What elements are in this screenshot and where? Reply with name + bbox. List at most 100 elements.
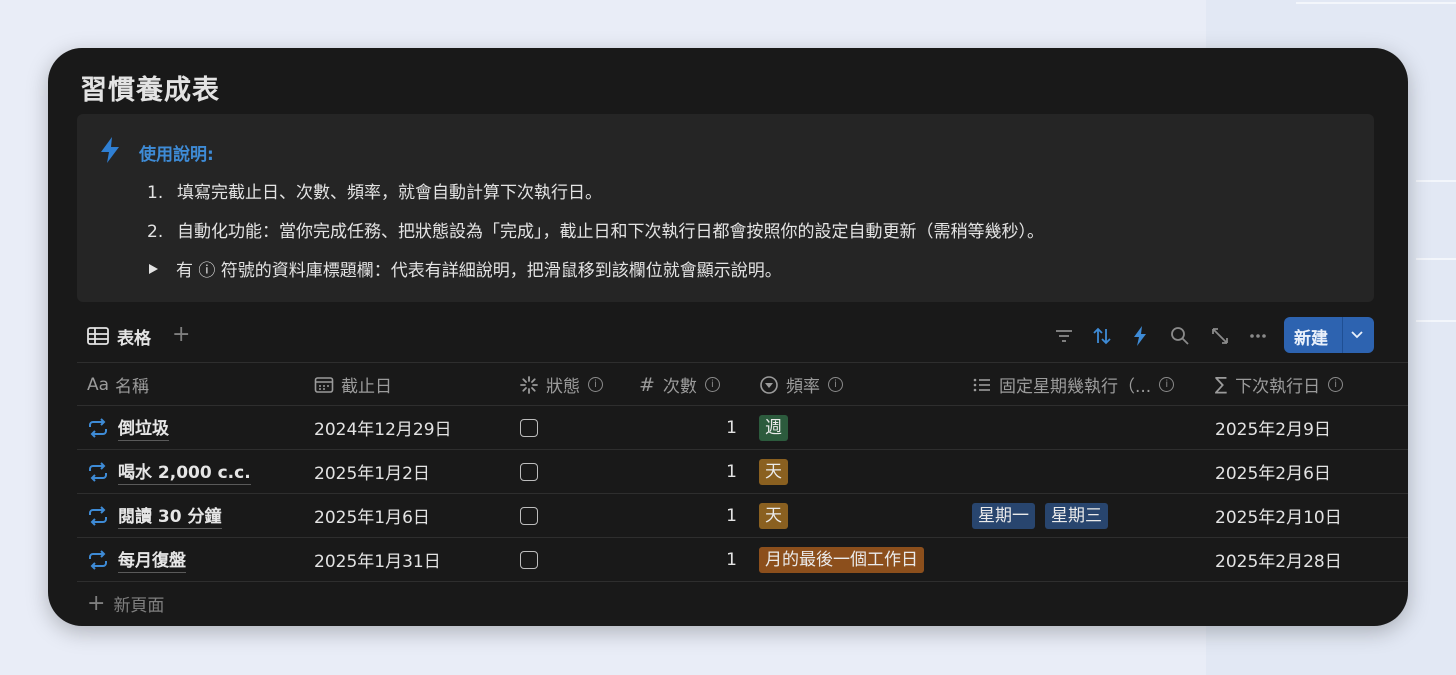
row-name-cell[interactable]: 喝水 2,000 c.c.: [87, 450, 251, 493]
header-label: 名稱: [115, 377, 150, 397]
status-cell[interactable]: [520, 494, 538, 537]
table-icon: [87, 327, 109, 345]
status-cell[interactable]: [520, 538, 538, 581]
row-name-cell[interactable]: 閱讀 30 分鐘: [87, 494, 222, 537]
table-row[interactable]: 每月復盤 2025年1月31日 1 月的最後一個工作日 2025年2月28日: [77, 537, 1408, 581]
plus-icon: +: [87, 591, 106, 616]
next-date-cell: 2025年2月28日: [1215, 552, 1342, 572]
new-button-label: 新建: [1294, 329, 1328, 349]
frequency-cell[interactable]: 月的最後一個工作日: [759, 538, 934, 581]
more-icon[interactable]: [1247, 325, 1269, 347]
button-divider: [1342, 317, 1343, 353]
column-header-status[interactable]: 狀態 i: [519, 363, 603, 406]
count-cell[interactable]: 1: [637, 494, 737, 537]
status-cell[interactable]: [520, 406, 538, 449]
expand-icon[interactable]: [1209, 325, 1231, 347]
count-cell[interactable]: 1: [637, 450, 737, 493]
due-date-cell[interactable]: 2025年1月31日: [314, 538, 441, 581]
status-checkbox[interactable]: [520, 506, 538, 525]
header-label: 固定星期幾執行（...: [999, 377, 1152, 397]
info-icon[interactable]: i: [588, 377, 603, 392]
notion-window: 習慣養成表 使用說明: 1. 填寫完截止日、次數、頻率，就會自動計算下次執行日。 …: [48, 48, 1408, 626]
lightning-icon[interactable]: [1129, 325, 1151, 347]
header-label: 下次執行日: [1235, 377, 1321, 397]
column-header-name[interactable]: Aa 名稱: [87, 363, 149, 406]
info-icon[interactable]: i: [704, 377, 720, 392]
new-page-button[interactable]: + 新頁面: [87, 582, 164, 625]
count-cell[interactable]: 1: [637, 406, 737, 449]
page-title[interactable]: 習慣養成表: [80, 68, 220, 107]
info-icon[interactable]: i: [1159, 377, 1175, 392]
next-date-cell: 2025年2月9日: [1215, 420, 1331, 440]
weekday-tag: 星期一: [972, 502, 1035, 529]
toggle-text: 有 ⓘ 符號的資料庫標題欄：代表有詳細說明，把滑鼠移到該欄位就會顯示說明。: [176, 261, 782, 281]
column-header-count[interactable]: # 次數 i: [639, 363, 720, 406]
add-row-area: + 新頁面: [77, 581, 1408, 626]
repeat-icon: [89, 549, 107, 570]
next-date-cell: 2025年2月6日: [1215, 464, 1331, 484]
table-row[interactable]: 喝水 2,000 c.c. 2025年1月2日 1 天 2025年2月6日: [77, 449, 1408, 493]
frequency-tag: 天: [759, 458, 788, 485]
count-cell[interactable]: 1: [637, 538, 737, 581]
row-name-cell[interactable]: 每月復盤: [87, 538, 186, 581]
sort-icon[interactable]: [1091, 325, 1113, 347]
chevron-down-icon[interactable]: [1350, 328, 1364, 342]
list-number: 1.: [147, 183, 164, 203]
column-header-due[interactable]: 截止日: [314, 363, 392, 406]
column-header-frequency[interactable]: 頻率 i: [759, 363, 843, 406]
frequency-tag: 月的最後一個工作日: [759, 546, 924, 573]
usage-callout: 使用說明: 1. 填寫完截止日、次數、頻率，就會自動計算下次執行日。 2. 自動化功…: [77, 114, 1374, 302]
select-icon: [760, 375, 778, 394]
weekdays-cell[interactable]: 星期一 星期三: [972, 494, 1118, 537]
info-icon[interactable]: i: [828, 377, 843, 392]
status-checkbox[interactable]: [520, 462, 538, 481]
formula-icon: ∑: [1215, 374, 1228, 395]
repeat-icon: [89, 461, 107, 482]
toggle-triangle-icon[interactable]: [149, 264, 158, 274]
table-row[interactable]: 倒垃圾 2024年12月29日 1 週 2025年2月9日: [77, 405, 1408, 449]
column-header-next-date[interactable]: ∑ 下次執行日 i: [1215, 363, 1344, 406]
number-type-icon: #: [639, 373, 655, 396]
info-icon[interactable]: i: [1328, 377, 1344, 392]
text-type-icon: Aa: [87, 374, 110, 395]
column-header-weekdays[interactable]: 固定星期幾執行（... i: [972, 363, 1175, 406]
status-checkbox[interactable]: [520, 550, 538, 569]
plus-icon[interactable]: +: [172, 323, 190, 347]
table-row[interactable]: 閱讀 30 分鐘 2025年1月6日 1 天 星期一 星期三 2025年2月10…: [77, 493, 1408, 537]
tab-table-view[interactable]: 表格: [87, 324, 151, 349]
callout-toggle-item[interactable]: 有 ⓘ 符號的資料庫標題欄：代表有詳細說明，把滑鼠移到該欄位就會顯示說明。: [147, 256, 782, 281]
header-label: 頻率: [786, 377, 820, 397]
due-date-cell[interactable]: 2024年12月29日: [314, 406, 452, 449]
due-date-cell[interactable]: 2025年1月2日: [314, 450, 430, 493]
frequency-cell[interactable]: 週: [759, 406, 798, 449]
new-button[interactable]: 新建: [1284, 317, 1374, 353]
header-label: 次數: [662, 377, 697, 397]
list-text: 自動化功能：當你完成任務、把狀態設為「完成」，截止日和下次執行日都會按照你的設定…: [177, 222, 1044, 242]
frequency-tag: 天: [759, 502, 788, 529]
database-view-bar: 表格 + 新建: [77, 316, 1408, 362]
status-cell[interactable]: [520, 450, 538, 493]
repeat-icon: [89, 505, 107, 526]
weekday-tag: 星期三: [1045, 502, 1108, 529]
due-date-cell[interactable]: 2025年1月6日: [314, 494, 430, 537]
calendar-icon: [314, 376, 334, 393]
row-name: 閱讀 30 分鐘: [118, 502, 222, 529]
status-checkbox[interactable]: [520, 418, 538, 437]
callout-list-item-2: 2. 自動化功能：當你完成任務、把狀態設為「完成」，截止日和下次執行日都會按照你的…: [147, 217, 1044, 242]
new-page-label: 新頁面: [113, 596, 165, 616]
table-header-row: Aa 名稱 截止日 狀態 i # 次數 i 頻率 i 固定星期幾執行（... i…: [77, 362, 1408, 406]
list-number: 2.: [147, 222, 164, 242]
frequency-cell[interactable]: 天: [759, 450, 798, 493]
row-name: 倒垃圾: [118, 414, 169, 441]
row-name-cell[interactable]: 倒垃圾: [87, 406, 169, 449]
search-icon[interactable]: [1169, 325, 1191, 347]
repeat-icon: [89, 417, 107, 438]
callout-title: 使用說明:: [139, 145, 214, 165]
callout-list-item-1: 1. 填寫完截止日、次數、頻率，就會自動計算下次執行日。: [147, 178, 602, 203]
tab-label: 表格: [117, 328, 151, 349]
next-date-cell: 2025年2月10日: [1215, 508, 1342, 528]
filter-icon[interactable]: [1053, 325, 1075, 347]
row-name: 每月復盤: [118, 546, 186, 573]
lightning-icon: [101, 137, 119, 163]
frequency-cell[interactable]: 天: [759, 494, 798, 537]
